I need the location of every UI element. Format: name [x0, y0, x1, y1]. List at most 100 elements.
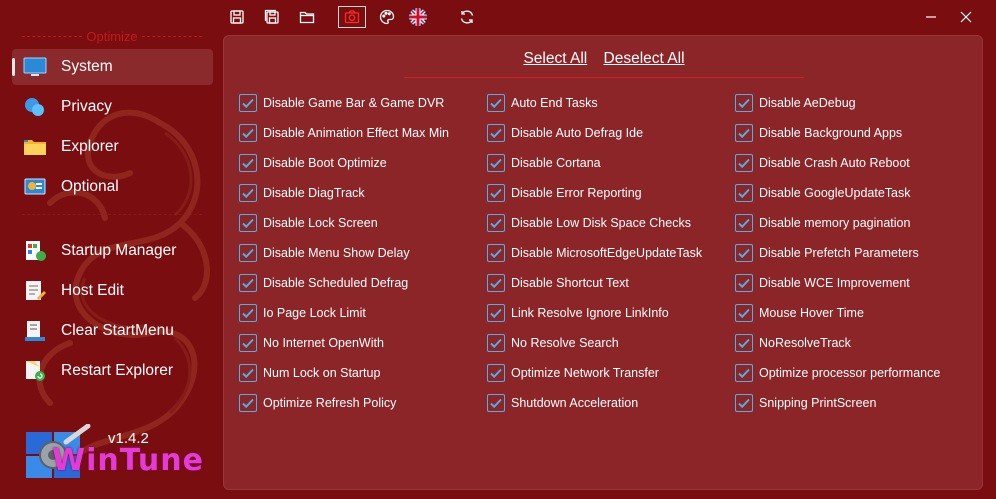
checkbox-checked-icon[interactable] — [239, 364, 257, 382]
checkbox-checked-icon[interactable] — [735, 244, 753, 262]
option-checkbox[interactable]: No Internet OpenWith — [239, 332, 384, 354]
close-icon[interactable] — [955, 6, 977, 28]
option-label: Disable Lock Screen — [263, 216, 378, 230]
sidebar-item-explorer[interactable]: Explorer — [12, 129, 213, 165]
option-checkbox[interactable]: Disable Game Bar & Game DVR — [239, 92, 444, 114]
checkbox-checked-icon[interactable] — [735, 304, 753, 322]
option-checkbox[interactable]: Disable Crash Auto Reboot — [735, 152, 910, 174]
checkbox-checked-icon[interactable] — [239, 214, 257, 232]
checkbox-checked-icon[interactable] — [487, 94, 505, 112]
checkbox-checked-icon[interactable] — [735, 154, 753, 172]
option-checkbox[interactable]: Disable Error Reporting — [487, 182, 642, 204]
option-label: Disable WCE Improvement — [759, 276, 910, 290]
selected-indicator — [12, 58, 15, 76]
refresh-icon[interactable] — [456, 6, 478, 28]
checkbox-checked-icon[interactable] — [239, 334, 257, 352]
option-label: NoResolveTrack — [759, 336, 851, 350]
option-checkbox[interactable]: Disable Auto Defrag Ide — [487, 122, 643, 144]
deselect-all-link[interactable]: Deselect All — [604, 50, 685, 67]
camera-icon[interactable] — [338, 6, 366, 28]
option-label: Disable Cortana — [511, 156, 601, 170]
checkbox-checked-icon[interactable] — [239, 124, 257, 142]
privacy-icon — [25, 98, 44, 116]
option-checkbox[interactable]: Disable MicrosoftEdgeUpdateTask — [487, 242, 702, 264]
option-checkbox[interactable]: Disable memory pagination — [735, 212, 910, 234]
save-all-icon[interactable] — [261, 6, 283, 28]
option-checkbox[interactable]: Optimize Refresh Policy — [239, 392, 396, 414]
option-label: Disable memory pagination — [759, 216, 911, 230]
option-checkbox[interactable]: Io Page Lock Limit — [239, 302, 366, 324]
option-checkbox[interactable]: Disable Animation Effect Max Min — [239, 122, 449, 144]
checkbox-checked-icon[interactable] — [487, 154, 505, 172]
sidebar-item-label: Privacy — [61, 98, 112, 115]
option-checkbox[interactable]: Auto End Tasks — [487, 92, 598, 114]
option-label: Disable MicrosoftEdgeUpdateTask — [511, 246, 703, 260]
option-label: No Internet OpenWith — [263, 336, 384, 350]
option-checkbox[interactable]: Disable GoogleUpdateTask — [735, 182, 910, 204]
checkbox-checked-icon[interactable] — [487, 364, 505, 382]
checkbox-checked-icon[interactable] — [487, 394, 505, 412]
checkbox-checked-icon[interactable] — [487, 184, 505, 202]
checkbox-checked-icon[interactable] — [239, 94, 257, 112]
option-checkbox[interactable]: Mouse Hover Time — [735, 302, 864, 324]
checkbox-checked-icon[interactable] — [735, 124, 753, 142]
checkbox-checked-icon[interactable] — [735, 364, 753, 382]
checkbox-checked-icon[interactable] — [735, 394, 753, 412]
option-checkbox[interactable]: Shutdown Acceleration — [487, 392, 638, 414]
option-checkbox[interactable]: Disable Cortana — [487, 152, 601, 174]
option-checkbox[interactable]: Disable Low Disk Space Checks — [487, 212, 691, 234]
checkbox-checked-icon[interactable] — [239, 394, 257, 412]
option-checkbox[interactable]: NoResolveTrack — [735, 332, 851, 354]
checkbox-checked-icon[interactable] — [735, 274, 753, 292]
checkbox-checked-icon[interactable] — [735, 184, 753, 202]
checkbox-checked-icon[interactable] — [487, 244, 505, 262]
checkbox-checked-icon[interactable] — [487, 124, 505, 142]
option-checkbox[interactable]: Disable Prefetch Parameters — [735, 242, 919, 264]
uk-flag-icon[interactable] — [407, 6, 429, 28]
option-checkbox[interactable]: Optimize Network Transfer — [487, 362, 659, 384]
sidebar-item-label: System — [61, 58, 113, 75]
option-checkbox[interactable]: Disable Lock Screen — [239, 212, 378, 234]
save-icon[interactable] — [226, 6, 248, 28]
checkbox-checked-icon[interactable] — [487, 214, 505, 232]
select-all-link[interactable]: Select All — [523, 50, 587, 67]
sidebar-item-restart-explorer[interactable]: Restart Explorer — [12, 353, 213, 389]
checkbox-checked-icon[interactable] — [239, 274, 257, 292]
option-checkbox[interactable]: Disable DiagTrack — [239, 182, 365, 204]
option-checkbox[interactable]: Disable Background Apps — [735, 122, 902, 144]
open-folder-icon[interactable] — [296, 6, 318, 28]
option-label: Disable DiagTrack — [263, 186, 365, 200]
option-checkbox[interactable]: Num Lock on Startup — [239, 362, 380, 384]
sidebar-item-startup-manager[interactable]: Startup Manager — [12, 233, 213, 269]
checkbox-checked-icon[interactable] — [239, 304, 257, 322]
checkbox-checked-icon[interactable] — [239, 154, 257, 172]
option-checkbox[interactable]: Link Resolve Ignore LinkInfo — [487, 302, 669, 324]
option-checkbox[interactable]: Disable Shortcut Text — [487, 272, 629, 294]
option-checkbox[interactable]: Disable WCE Improvement — [735, 272, 910, 294]
option-label: Optimize Network Transfer — [511, 366, 659, 380]
checkbox-checked-icon[interactable] — [735, 334, 753, 352]
option-checkbox[interactable]: Disable AeDebug — [735, 92, 856, 114]
sidebar-item-host-edit[interactable]: Host Edit — [12, 273, 213, 309]
option-label: Mouse Hover Time — [759, 306, 864, 320]
sidebar-item-label: Startup Manager — [61, 242, 177, 259]
option-checkbox[interactable]: Optimize processor performance — [735, 362, 940, 384]
sidebar-item-privacy[interactable]: Privacy — [12, 89, 213, 125]
checkbox-checked-icon[interactable] — [487, 304, 505, 322]
checkbox-checked-icon[interactable] — [735, 214, 753, 232]
checkbox-checked-icon[interactable] — [487, 334, 505, 352]
option-checkbox[interactable]: Snipping PrintScreen — [735, 392, 876, 414]
sidebar-item-optional[interactable]: Optional — [12, 169, 213, 205]
option-checkbox[interactable]: Disable Scheduled Defrag — [239, 272, 408, 294]
palette-icon[interactable] — [376, 6, 398, 28]
checkbox-checked-icon[interactable] — [239, 244, 257, 262]
minimize-icon[interactable] — [920, 6, 942, 28]
option-checkbox[interactable]: Disable Menu Show Delay — [239, 242, 410, 264]
sidebar-item-system[interactable]: System — [12, 49, 213, 85]
checkbox-checked-icon[interactable] — [735, 94, 753, 112]
option-checkbox[interactable]: Disable Boot Optimize — [239, 152, 387, 174]
checkbox-checked-icon[interactable] — [239, 184, 257, 202]
checkbox-checked-icon[interactable] — [487, 274, 505, 292]
sidebar-item-clear-startmenu[interactable]: Clear StartMenu — [12, 313, 213, 349]
option-checkbox[interactable]: No Resolve Search — [487, 332, 619, 354]
